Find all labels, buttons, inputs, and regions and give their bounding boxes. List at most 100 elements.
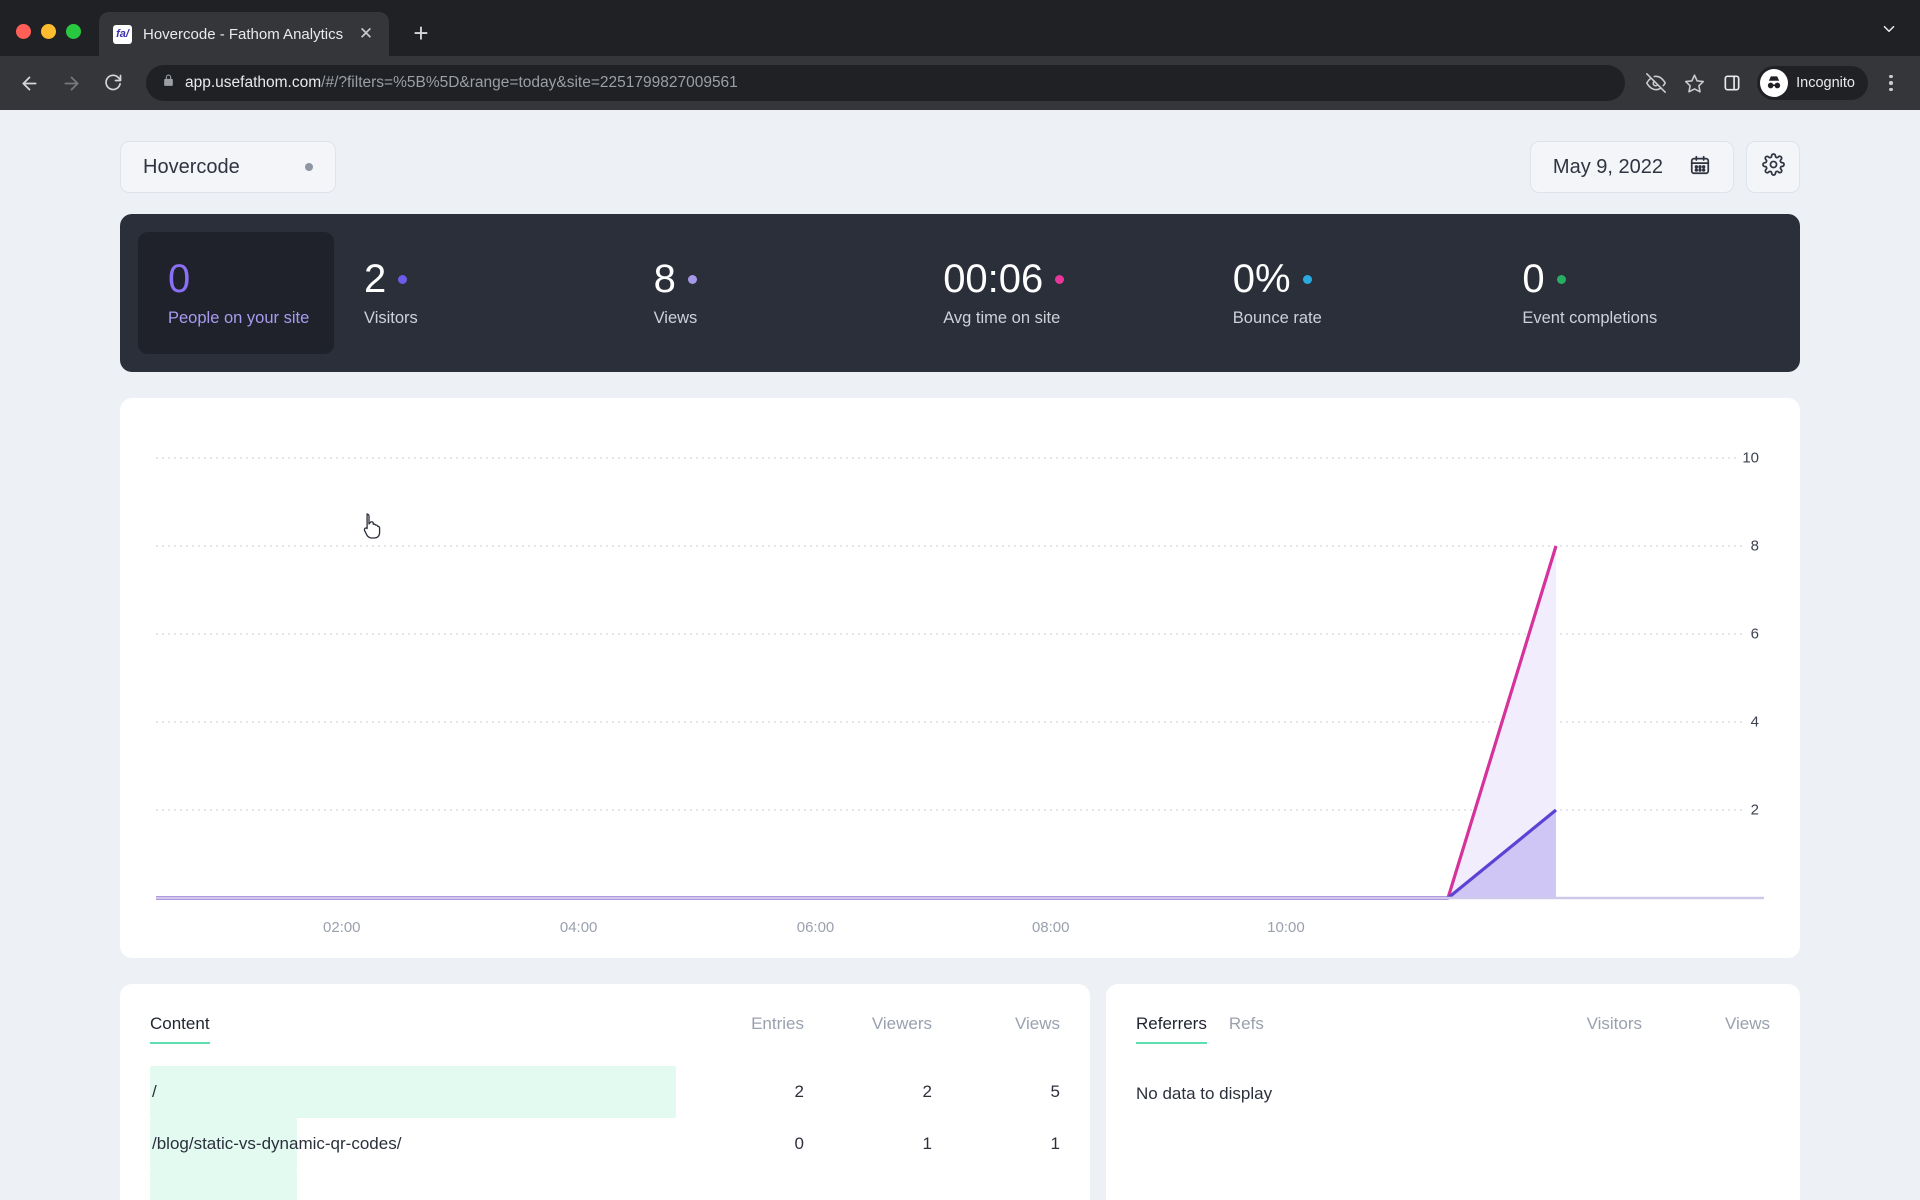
chevron-down-icon[interactable]: [1872, 12, 1906, 46]
bottom-panels: Content Entries Viewers Views / 2 2 5 /b…: [120, 984, 1800, 1200]
y-axis-tick-2: 2: [1745, 801, 1764, 819]
table-row[interactable]: /blog/static-vs-dynamic-qr-codes/ 0 1 1: [150, 1118, 1060, 1170]
row-name-cell: /blog/static-vs-dynamic-qr-codes/: [150, 1118, 676, 1170]
tab-strip: fa/ Hovercode - Fathom Analytics ✕ +: [0, 0, 1920, 56]
stat-value: 0: [168, 257, 191, 301]
minimize-window-button[interactable]: [41, 24, 56, 39]
x-axis-tick-0200: 02:00: [322, 919, 361, 936]
content-rows: / 2 2 5 /blog/static-vs-dynamic-qr-codes…: [150, 1066, 1060, 1200]
dashboard-header: Hovercode May 9, 2022: [120, 136, 1800, 198]
profile-name: Incognito: [1796, 75, 1855, 91]
side-panel-icon[interactable]: [1715, 66, 1749, 100]
series-color-dot-icon: [687, 274, 697, 284]
x-axis-tick-0400: 04:00: [559, 919, 598, 936]
header-actions: May 9, 2022: [1529, 141, 1800, 193]
traffic-chart[interactable]: 10 8 6 4 2 02:00 04:00 06:00 08:00 10:00: [120, 398, 1800, 958]
content-panel-header: Content Entries Viewers Views: [150, 1014, 1060, 1044]
back-button[interactable]: [10, 64, 48, 102]
x-axis-tick-0600: 06:00: [796, 919, 835, 936]
reload-button[interactable]: [94, 64, 132, 102]
tab-refs[interactable]: Refs: [1229, 1014, 1264, 1042]
address-bar-text: app.usefathom.com/#/?filters=%5B%5D&rang…: [185, 74, 738, 92]
y-axis-tick-8: 8: [1745, 537, 1764, 555]
stat-bounce-rate[interactable]: 0% Bounce rate: [1203, 232, 1493, 354]
row-entries: 0: [794, 1134, 804, 1153]
row-progress-bar: [150, 1170, 298, 1200]
forward-button[interactable]: [52, 64, 90, 102]
row-entries: 2: [794, 1082, 804, 1101]
y-axis-tick-6: 6: [1745, 625, 1764, 643]
row-views: 5: [1050, 1082, 1060, 1101]
stat-avg-time-on-site[interactable]: 00:06 Avg time on site: [913, 232, 1203, 354]
row-progress-bar: [150, 1066, 676, 1118]
bookmark-star-icon[interactable]: [1677, 66, 1711, 100]
row-name-cell: [150, 1170, 676, 1200]
maximize-window-button[interactable]: [66, 24, 81, 39]
series-color-dot-icon: [1556, 274, 1566, 284]
x-axis-tick-1000: 10:00: [1267, 919, 1305, 936]
row-label: /: [152, 1082, 157, 1101]
url-host: app.usefathom.com: [185, 74, 322, 91]
menu-kebab-icon[interactable]: [1876, 66, 1906, 100]
calendar-icon: [1689, 154, 1711, 181]
stat-label: Bounce rate: [1232, 309, 1322, 327]
stat-label: Views: [653, 309, 698, 327]
date-range-label: May 9, 2022: [1552, 155, 1663, 178]
row-viewers: 2: [922, 1082, 932, 1101]
tab-referrers[interactable]: Referrers: [1136, 1014, 1207, 1044]
profile-button[interactable]: Incognito: [1757, 66, 1868, 100]
traffic-chart-card: 10 8 6 4 2 02:00 04:00 06:00 08:00 10:00: [120, 398, 1800, 958]
referrers-panel-columns: Visitors Views: [1514, 1014, 1770, 1034]
gear-icon: [1761, 153, 1785, 181]
stat-people-on-site[interactable]: 0 People on your site: [138, 232, 334, 354]
settings-button[interactable]: [1746, 141, 1800, 193]
url-path: /#/?filters=%5B%5D&range=today&site=2251…: [321, 74, 738, 91]
tab-title: Hovercode - Fathom Analytics: [143, 25, 344, 43]
series-color-dot-icon: [1055, 274, 1065, 284]
table-row[interactable]: / 2 2 5: [150, 1066, 1060, 1118]
lock-icon: [162, 73, 175, 93]
eye-off-icon[interactable]: [1639, 66, 1673, 100]
column-header-views[interactable]: Views: [932, 1014, 1060, 1034]
stat-value: 2: [364, 257, 387, 301]
site-name: Hovercode: [143, 155, 240, 178]
stat-views[interactable]: 8 Views: [624, 232, 914, 354]
x-axis-tick-0800: 08:00: [1031, 919, 1070, 936]
stat-value: 8: [653, 257, 676, 301]
stat-value: 00:06: [943, 257, 1044, 301]
dashboard-page: Hovercode May 9, 2022 0 People on your s…: [0, 110, 1920, 1200]
tab-content[interactable]: Content: [150, 1014, 210, 1044]
browser-tab[interactable]: fa/ Hovercode - Fathom Analytics ✕: [99, 12, 389, 56]
stat-value: 0: [1522, 257, 1545, 301]
window-traffic-lights: [16, 24, 81, 56]
stat-label: Visitors: [364, 309, 418, 327]
site-selector[interactable]: Hovercode: [120, 141, 336, 193]
series-color-dot-icon: [398, 274, 408, 284]
address-bar[interactable]: app.usefathom.com/#/?filters=%5B%5D&rang…: [146, 65, 1626, 101]
stat-event-completions[interactable]: 0 Event completions: [1492, 232, 1782, 354]
close-icon[interactable]: ✕: [355, 23, 377, 45]
stat-value: 0%: [1232, 257, 1291, 301]
incognito-avatar-icon: [1760, 69, 1789, 97]
stat-label: Avg time on site: [943, 309, 1061, 327]
site-status-dot-icon: [305, 163, 313, 171]
browser-toolbar: app.usefathom.com/#/?filters=%5B%5D&rang…: [0, 56, 1920, 110]
row-label: /blog/static-vs-dynamic-qr-codes/: [152, 1134, 402, 1153]
column-header-viewers[interactable]: Viewers: [804, 1014, 932, 1034]
empty-state-message: No data to display: [1136, 1084, 1273, 1103]
stat-visitors[interactable]: 2 Visitors: [334, 232, 624, 354]
content-panel: Content Entries Viewers Views / 2 2 5 /b…: [120, 984, 1090, 1200]
date-range-picker[interactable]: May 9, 2022: [1529, 141, 1734, 193]
stat-label: People on your site: [168, 309, 310, 327]
y-axis-tick-4: 4: [1745, 713, 1764, 731]
close-window-button[interactable]: [16, 24, 31, 39]
column-header-entries[interactable]: Entries: [676, 1014, 804, 1034]
column-header-views[interactable]: Views: [1642, 1014, 1770, 1034]
row-viewers: 1: [922, 1134, 932, 1153]
table-row[interactable]: [150, 1170, 1060, 1200]
referrers-panel-tabs: Referrers Refs: [1136, 1014, 1264, 1044]
row-views: 1: [1050, 1134, 1060, 1153]
new-tab-button[interactable]: +: [401, 13, 441, 53]
y-axis-tick-10: 10: [1737, 449, 1764, 467]
column-header-visitors[interactable]: Visitors: [1514, 1014, 1642, 1034]
